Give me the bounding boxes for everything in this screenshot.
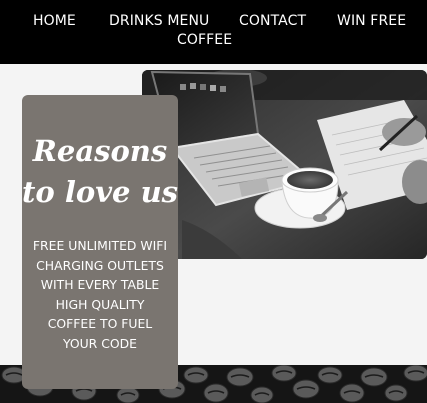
top-navigation: HOME DRINKS MENU CONTACT WIN FREE COFFEE xyxy=(0,0,427,64)
reason-item: FREE UNLIMITED WIFI xyxy=(32,238,168,253)
nav-link-win-free-coffee[interactable]: COFFEE xyxy=(177,31,232,49)
nav-link-win-free[interactable]: WIN FREE xyxy=(337,12,406,30)
reason-item: CHARGING OUTLETS xyxy=(36,257,164,273)
reason-item: YOUR CODE xyxy=(62,335,138,351)
nav-link-drinks-menu[interactable]: DRINKS MENU xyxy=(109,12,209,30)
reason-item: WITH EVERY TABLE xyxy=(40,277,160,292)
hero-photo-laptop-coffee xyxy=(142,70,427,259)
nav-link-contact[interactable]: CONTACT xyxy=(239,12,306,30)
reason-item: HIGH QUALITY xyxy=(55,296,145,312)
reasons-heading: Reasons to love us xyxy=(22,131,178,213)
reasons-list: FREE UNLIMITED WIFI CHARGING OUTLETS WIT… xyxy=(22,236,178,353)
reasons-heading-line1: Reasons xyxy=(32,134,168,168)
reasons-heading-line2: to love us xyxy=(22,175,179,209)
nav-link-home[interactable]: HOME xyxy=(33,12,76,30)
reasons-card: Reasons to love us FREE UNLIMITED WIFI CH… xyxy=(22,95,178,389)
reason-item: COFFEE TO FUEL xyxy=(47,316,153,331)
